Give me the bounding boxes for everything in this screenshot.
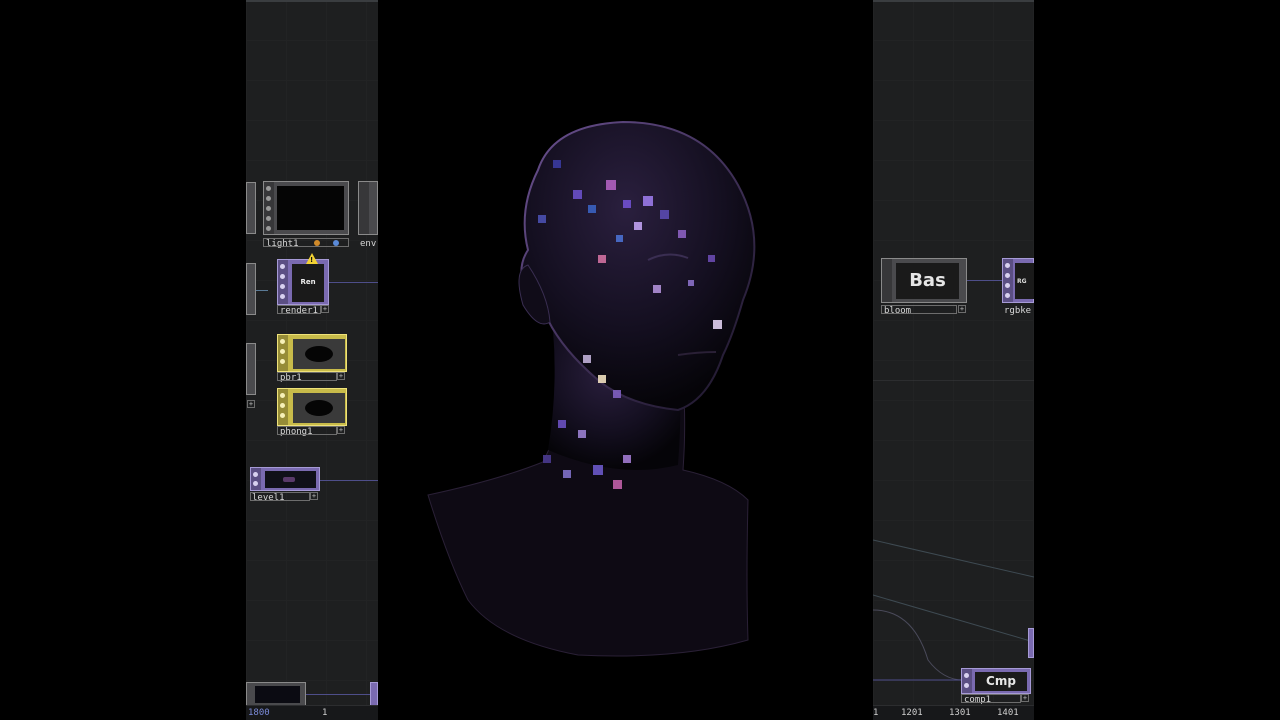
phong-node-label-box	[277, 426, 337, 435]
phong-sphere-preview	[305, 400, 333, 416]
rgbkey-node[interactable]: RG	[1002, 258, 1034, 303]
left-timeline[interactable]: 1800 1	[246, 705, 378, 720]
level-node-side-controls[interactable]	[251, 468, 261, 490]
right-wires	[873, 380, 1034, 681]
pbr-node-side-controls[interactable]	[278, 335, 288, 371]
phong-node-expand-icon[interactable]: +	[337, 426, 345, 434]
light-flag-orange[interactable]	[314, 240, 320, 246]
level-node-viewer	[265, 471, 316, 488]
pbr-sphere-preview	[305, 346, 333, 362]
render-node-thumb-text: Ren	[300, 278, 316, 286]
comp-node-viewer: Cmp	[975, 672, 1027, 691]
bottom-right-partial-node[interactable]	[370, 682, 378, 706]
rgbkey-node-thumb-text: RG	[1017, 278, 1027, 285]
light-node[interactable]	[263, 181, 349, 235]
pbr-node-viewer	[293, 339, 345, 369]
render-node-viewer: Ren	[292, 264, 324, 302]
bloom-node-expand-icon[interactable]: +	[958, 305, 966, 313]
render-node[interactable]: Ren	[277, 259, 329, 305]
timeline-frame-right: 1	[322, 708, 328, 718]
env-node-side-controls[interactable]	[359, 182, 369, 234]
timeline-tick-1: 1	[873, 708, 879, 718]
rgbkey-node-viewer: RG	[1015, 263, 1034, 299]
wire-bottom	[306, 694, 370, 695]
rgbkey-node-label: rgbke	[1004, 306, 1032, 316]
timeline-tick-1401: 1401	[997, 708, 1019, 718]
wire-to-render	[256, 290, 268, 291]
timeline-frame-left: 1800	[248, 708, 270, 718]
left-panel-top-border	[246, 0, 378, 2]
comp-node-expand-icon[interactable]: +	[1021, 694, 1029, 702]
comp-node-side-controls[interactable]	[962, 669, 972, 693]
level-node-label-box	[250, 492, 310, 501]
env-node-label: env	[360, 239, 377, 249]
render-node-expand-icon[interactable]: +	[321, 305, 329, 313]
left-network-editor[interactable]: light1 env Ren ! render1 + + pbr1 + phon…	[246, 0, 378, 720]
pbr-node[interactable]	[277, 334, 347, 372]
bloom-node-side-controls[interactable]	[882, 259, 892, 302]
phong-node-viewer	[293, 393, 345, 423]
render-node-side-controls[interactable]	[278, 260, 288, 304]
level-node[interactable]	[250, 467, 320, 491]
right-timeline[interactable]: 1 1201 1301 1401	[873, 705, 1034, 720]
bloom-node[interactable]: Bas	[881, 258, 967, 303]
pbr-node-label-box	[277, 372, 337, 381]
partial-node-left-3[interactable]	[246, 343, 256, 395]
head-render	[427, 120, 756, 657]
render-node-label-box	[277, 305, 321, 314]
wire-bloom-out	[967, 280, 1002, 281]
right-edge-partial-node[interactable]	[1028, 628, 1034, 658]
bottom-node-viewer	[255, 686, 300, 703]
level-node-preview-blob	[283, 477, 295, 482]
comp-node-thumb-text: Cmp	[986, 674, 1016, 688]
right-network-editor[interactable]: Bas bloom + RG rgbke Cmp comp1 + 1 1201 …	[873, 0, 1034, 720]
phong-node-side-controls[interactable]	[278, 389, 288, 425]
right-panel-top-border	[873, 0, 1034, 2]
pbr-node-expand-icon[interactable]: +	[337, 372, 345, 380]
light-node-side-controls[interactable]	[264, 182, 274, 234]
light-node-viewer	[277, 186, 344, 230]
rgbkey-node-side-controls[interactable]	[1003, 259, 1013, 302]
wire-render-out	[329, 282, 378, 283]
wire-level-out	[320, 480, 378, 481]
comp-node-label-box	[961, 694, 1021, 703]
partial-node-expand-icon[interactable]: +	[247, 400, 255, 408]
bloom-node-thumb-text: Bas	[909, 270, 946, 291]
partial-node-left-2[interactable]	[246, 263, 256, 315]
light-flag-blue[interactable]	[333, 240, 339, 246]
phong-node[interactable]	[277, 388, 347, 426]
env-node[interactable]	[358, 181, 378, 235]
bloom-node-viewer: Bas	[896, 263, 959, 299]
bloom-node-label-box	[881, 305, 957, 314]
timeline-tick-1301: 1301	[949, 708, 971, 718]
comp-node[interactable]: Cmp	[961, 668, 1031, 694]
level-node-expand-icon[interactable]: +	[310, 492, 318, 500]
timeline-tick-1201: 1201	[901, 708, 923, 718]
partial-node-left[interactable]	[246, 182, 256, 234]
bottom-node[interactable]	[246, 682, 306, 706]
warning-icon-glyph: !	[310, 256, 314, 264]
render-viewport[interactable]	[378, 0, 873, 720]
